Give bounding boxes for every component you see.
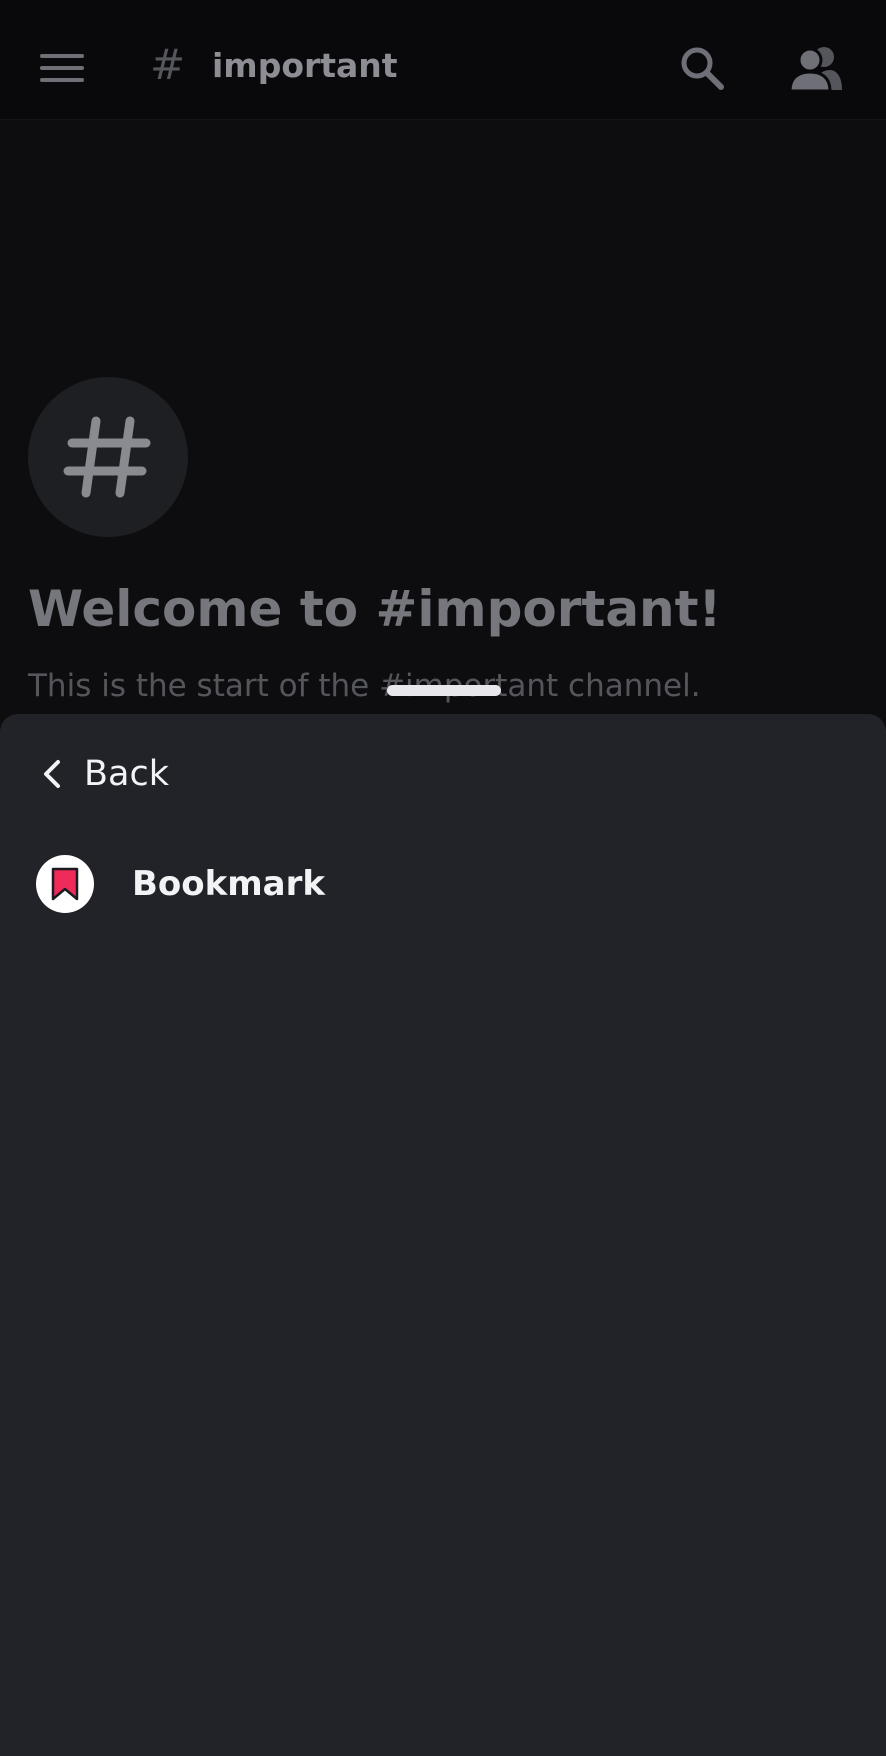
welcome-title: Welcome to #important! — [28, 580, 722, 638]
channel-avatar — [28, 377, 188, 537]
chevron-left-icon — [44, 760, 60, 788]
sheet-drag-handle[interactable] — [387, 685, 501, 696]
channel-title[interactable]: important — [212, 44, 398, 88]
bookmark-icon — [36, 855, 94, 913]
bookmark-option[interactable]: Bookmark — [36, 854, 325, 914]
welcome-subtitle: This is the start of the #important chan… — [28, 668, 701, 704]
hamburger-menu-icon[interactable] — [40, 50, 86, 86]
app-screen: # important Welcome to #important! This … — [0, 0, 886, 1756]
channel-header: # important — [0, 0, 886, 120]
bookmark-label: Bookmark — [132, 864, 325, 904]
back-button[interactable]: Back — [40, 744, 169, 804]
back-label: Back — [84, 754, 169, 794]
bottom-sheet: Back Bookmark — [0, 714, 886, 1756]
large-hash-icon — [63, 416, 151, 498]
search-icon[interactable] — [678, 44, 726, 92]
members-icon[interactable] — [788, 44, 842, 92]
channel-hash-icon: # — [150, 40, 186, 89]
